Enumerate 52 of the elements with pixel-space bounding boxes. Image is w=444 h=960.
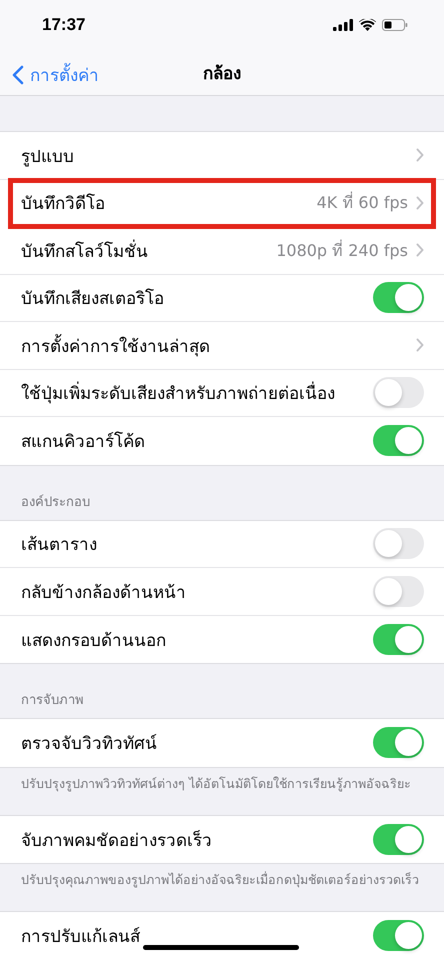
settings-row[interactable]: การตั้งค่าการใช้งานล่าสุด bbox=[0, 322, 444, 370]
settings-row[interactable]: แสดงกรอบด้านนอก bbox=[0, 616, 444, 663]
section-footer: ปรับปรุงรูปภาพวิวทิวทัศน์ต่างๆ ได้อัตโนมัติโดยใช้การเรียนรู้ภาพอัจฉริยะ bbox=[0, 768, 444, 814]
settings-row[interactable]: กลับข้างกล้องด้านหน้า bbox=[0, 568, 444, 616]
chevron-left-icon bbox=[12, 64, 24, 84]
toggle-switch[interactable] bbox=[373, 425, 424, 456]
row-label: กลับข้างกล้องด้านหน้า bbox=[21, 582, 186, 605]
row-label: ตรวจจับวิวทิวทัศน์ bbox=[21, 733, 157, 756]
chevron-right-icon bbox=[416, 338, 424, 352]
back-button[interactable]: การตั้งค่า bbox=[10, 59, 101, 90]
settings-row[interactable]: การปรับแก้เลนส์ bbox=[0, 912, 444, 960]
chevron-right-icon bbox=[416, 196, 424, 210]
row-label: การตั้งค่าการใช้งานล่าสุด bbox=[21, 332, 210, 359]
chevron-right-icon bbox=[416, 243, 424, 258]
toggle-switch[interactable] bbox=[373, 282, 424, 314]
row-label: จับภาพคมชัดอย่างรวดเร็ว bbox=[21, 829, 212, 853]
battery-icon bbox=[382, 19, 408, 31]
settings-row[interactable]: สแกนคิวอาร์โค้ด bbox=[0, 417, 444, 464]
settings-row[interactable]: รูปแบบ bbox=[0, 132, 444, 180]
row-label: รูปแบบ bbox=[21, 146, 74, 169]
signal-icon bbox=[333, 19, 353, 31]
settings-row[interactable]: บันทึกวิดีโอ 4K ที่ 60 fps bbox=[10, 180, 434, 227]
settings-row[interactable]: บันทึกสโลว์โมชั่น 1080p ที่ 240 fps bbox=[0, 227, 444, 274]
toggle-switch[interactable] bbox=[373, 377, 424, 408]
row-label: ใช้ปุ่มเพิ่มระดับเสียงสำหรับภาพถ่ายต่อเนื่อง bbox=[21, 379, 335, 406]
row-label: เส้นตาราง bbox=[21, 534, 97, 558]
toggle-switch[interactable] bbox=[373, 576, 424, 607]
row-label: สแกนคิวอาร์โค้ด bbox=[21, 430, 145, 454]
toggle-switch[interactable] bbox=[373, 824, 424, 855]
row-label: บันทึกสโลว์โมชั่น bbox=[21, 238, 148, 264]
wifi-icon bbox=[359, 19, 376, 31]
toggle-switch[interactable] bbox=[373, 727, 424, 758]
settings-row[interactable]: ตรวจจับวิวทิวทัศน์ bbox=[0, 719, 444, 766]
row-label: การปรับแก้เลนส์ bbox=[21, 926, 140, 950]
toggle-switch[interactable] bbox=[373, 624, 424, 655]
row-value: 1080p ที่ 240 fps bbox=[276, 238, 408, 262]
chevron-right-icon bbox=[416, 148, 424, 162]
status-time: 17:37 bbox=[42, 15, 86, 35]
settings-row[interactable]: จับภาพคมชัดอย่างรวดเร็ว bbox=[0, 816, 444, 863]
toggle-switch[interactable] bbox=[373, 528, 424, 560]
section-header: การจับภาพ bbox=[20, 692, 85, 710]
settings-row[interactable]: เส้นตาราง bbox=[0, 520, 444, 568]
row-label: บันทึกเสียงสเตอริโอ bbox=[21, 288, 164, 312]
section-footer: ปรับปรุงคุณภาพของรูปภาพได้อย่างอัจฉริยะเมื่อกดปุ่มชัตเตอร์อย่างรวดเร็ว bbox=[0, 864, 444, 911]
settings-row[interactable]: ใช้ปุ่มเพิ่มระดับเสียงสำหรับภาพถ่ายต่อเนื่อง bbox=[0, 370, 444, 417]
section-header: องค์ประกอบ bbox=[20, 494, 91, 512]
screen-title: กล้อง bbox=[203, 63, 241, 86]
row-value: 4K ที่ 60 fps bbox=[316, 190, 408, 214]
row-label: บันทึกวิดีโอ bbox=[21, 192, 105, 216]
settings-row[interactable]: บันทึกเสียงสเตอริโอ bbox=[0, 274, 444, 322]
row-label: แสดงกรอบด้านนอก bbox=[21, 630, 166, 653]
toggle-switch[interactable] bbox=[373, 920, 424, 952]
